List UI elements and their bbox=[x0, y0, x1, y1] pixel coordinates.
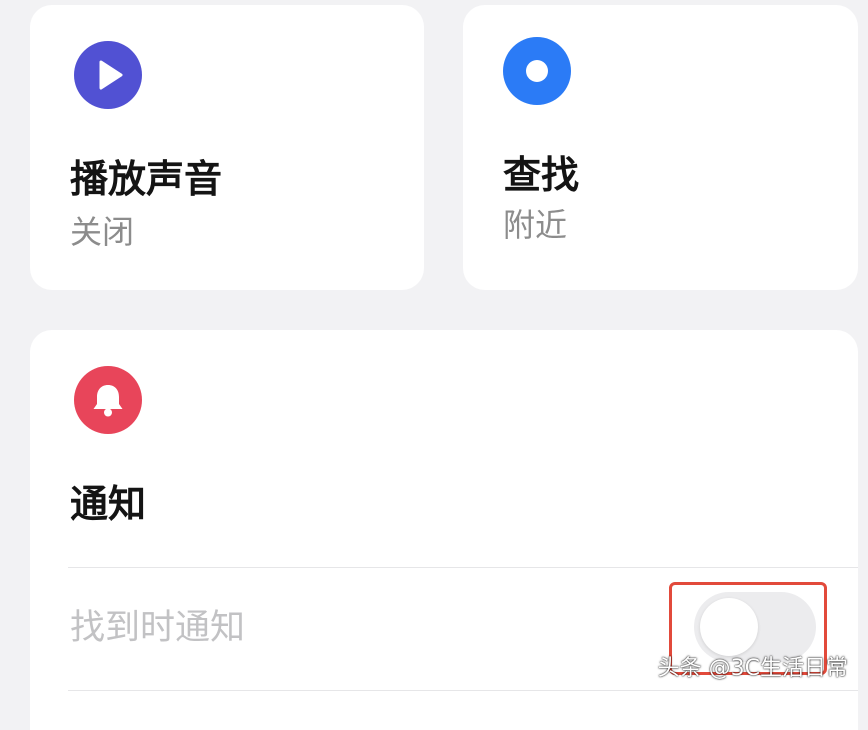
watermark: 头条 @3C生活日常 bbox=[657, 656, 848, 681]
play-icon bbox=[74, 41, 142, 109]
notify-when-found-label: 找到时通知 bbox=[70, 608, 246, 648]
divider bbox=[68, 690, 858, 691]
find-title: 查找 bbox=[503, 153, 580, 197]
play-sound-title: 播放声音 bbox=[70, 157, 223, 201]
play-sound-card[interactable]: 播放声音 关闭 bbox=[30, 5, 424, 290]
divider bbox=[68, 567, 858, 568]
bell-icon bbox=[74, 366, 142, 434]
notifications-title: 通知 bbox=[70, 482, 147, 526]
find-status: 附近 bbox=[503, 206, 568, 244]
play-sound-status: 关闭 bbox=[70, 213, 135, 251]
location-dot-icon bbox=[503, 37, 571, 105]
find-card[interactable]: 查找 附近 bbox=[463, 5, 858, 290]
